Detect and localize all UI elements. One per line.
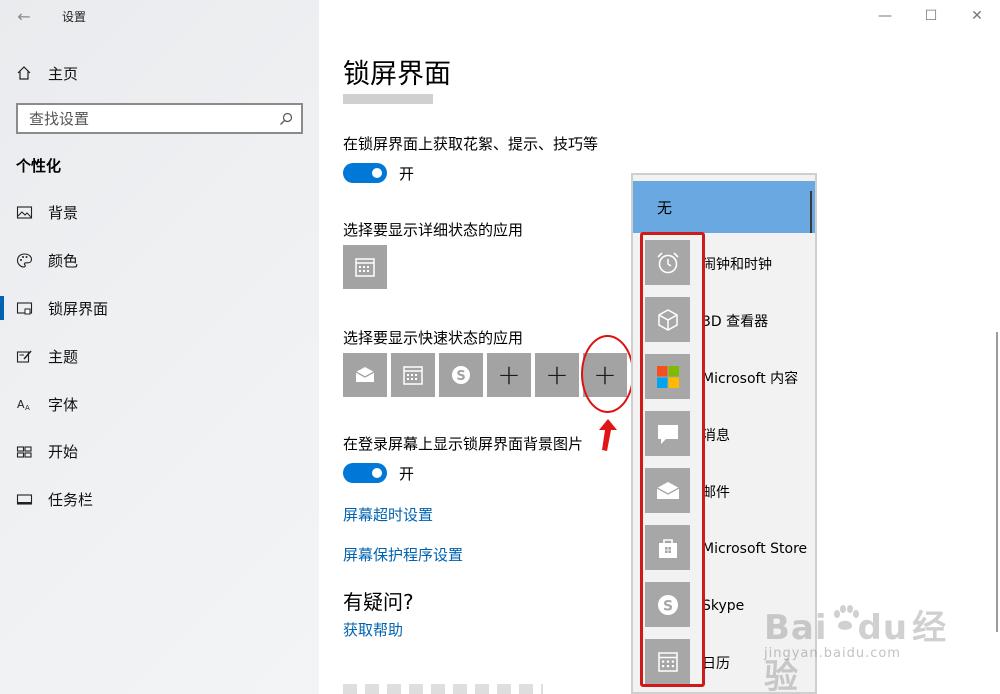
start-icon — [0, 443, 48, 460]
flyout-option-label: 3D 查看器 — [702, 313, 769, 330]
plus-icon: + — [497, 358, 521, 391]
detailed-status-app-calendar[interactable] — [343, 245, 387, 289]
plus-icon: + — [545, 358, 569, 391]
minimize-button[interactable]: — — [862, 0, 908, 32]
flyout-option-label: 邮件 — [702, 484, 730, 501]
lock-screen-icon — [0, 300, 48, 317]
flyout-option-label: Skype — [702, 597, 745, 614]
quick-status-label: 选择要显示快速状态的应用 — [343, 329, 524, 347]
sidebar-item-label: 锁屏界面 — [48, 299, 109, 318]
baidu-watermark: Bai du 经验 jingyan.baidu.com — [764, 600, 964, 694]
signin-toggle-state: 开 — [399, 465, 415, 483]
background-dropdown-partial[interactable] — [343, 94, 433, 104]
sidebar-item-label: 背景 — [48, 203, 79, 222]
quick-status-app-calendar[interactable] — [391, 353, 435, 397]
search-icon[interactable] — [279, 112, 293, 126]
flyout-option-label: 日历 — [702, 655, 730, 672]
red-circle-annotation — [581, 335, 634, 413]
detailed-status-label: 选择要显示详细状态的应用 — [343, 221, 524, 239]
sidebar-item-background[interactable]: 背景 — [0, 195, 319, 229]
flyout-scrollbar[interactable] — [810, 191, 812, 233]
sidebar-item-fonts[interactable]: AA 字体 — [0, 387, 319, 421]
nav-home-label: 主页 — [48, 64, 79, 83]
get-help-link[interactable]: 获取帮助 — [343, 619, 403, 640]
calendar-icon — [403, 366, 423, 385]
flyout-option-label: 闹钟和时钟 — [702, 256, 772, 273]
red-rectangle-annotation — [640, 232, 705, 687]
nav-home[interactable]: 主页 — [0, 58, 319, 88]
maximize-button[interactable]: ☐ — [908, 0, 954, 32]
sidebar-item-label: 开始 — [48, 442, 79, 461]
image-icon — [0, 204, 48, 221]
quick-status-app-skype[interactable]: S — [439, 353, 483, 397]
close-button[interactable]: ✕ — [954, 0, 1000, 32]
svg-text:A: A — [25, 404, 30, 412]
window-controls: — ☐ ✕ — [862, 0, 1000, 32]
signin-background-toggle[interactable] — [343, 463, 387, 483]
screensaver-link[interactable]: 屏幕保护程序设置 — [343, 544, 463, 565]
back-button[interactable]: ← — [0, 0, 48, 32]
flyout-option-none[interactable]: 无 — [633, 181, 815, 233]
question-heading: 有疑问? — [343, 590, 414, 614]
calendar-icon — [355, 258, 375, 277]
tips-toggle-state: 开 — [399, 165, 415, 183]
svg-text:A: A — [17, 398, 25, 411]
theme-icon — [0, 348, 48, 365]
window-title: 设置 — [62, 9, 87, 24]
navigation-pane: ← 设置 主页 查找设置 个性化 背景 颜色 锁屏界面 主题 A A 字体 开始… — [0, 0, 319, 694]
quick-status-app-mail[interactable] — [343, 353, 387, 397]
sidebar-item-label: 主题 — [48, 347, 79, 366]
flyout-option-label: Microsoft Store — [702, 540, 808, 557]
sidebar-item-themes[interactable]: 主题 — [0, 339, 319, 373]
sidebar-item-label: 任务栏 — [48, 490, 94, 509]
sidebar-item-label: 字体 — [48, 395, 79, 414]
page-title: 锁屏界面 — [343, 59, 451, 90]
search-box[interactable]: 查找设置 — [16, 103, 303, 134]
red-arrow-annotation — [599, 419, 617, 451]
palette-icon — [0, 252, 48, 269]
skype-icon: S — [452, 366, 470, 384]
sidebar-item-start[interactable]: 开始 — [0, 434, 319, 468]
content-scrollbar[interactable] — [996, 332, 998, 632]
tips-setting-label: 在锁屏界面上获取花絮、提示、技巧等 — [343, 135, 599, 153]
watermark-url: jingyan.baidu.com — [764, 646, 901, 661]
taskbar-icon — [0, 491, 48, 508]
screen-timeout-link[interactable]: 屏幕超时设置 — [343, 504, 433, 525]
sidebar-item-colors[interactable]: 颜色 — [0, 243, 319, 277]
sidebar-item-lock-screen[interactable]: 锁屏界面 — [0, 291, 319, 325]
sidebar-item-taskbar[interactable]: 任务栏 — [0, 482, 319, 516]
quick-status-add-slot-1[interactable]: + — [487, 353, 531, 397]
home-icon — [0, 65, 48, 81]
quick-status-add-slot-2[interactable]: + — [535, 353, 579, 397]
sidebar-item-label: 颜色 — [48, 251, 79, 270]
paw-logo-icon — [834, 605, 859, 630]
font-icon: AA — [0, 396, 48, 413]
flyout-option-label: Microsoft 内容 — [702, 370, 799, 387]
active-indicator — [0, 296, 4, 320]
section-title: 个性化 — [16, 157, 62, 175]
title-bar: ← 设置 — [0, 0, 319, 32]
partial-text-bottom — [343, 684, 543, 694]
svg-text:S: S — [456, 369, 465, 384]
signin-background-label: 在登录屏幕上显示锁屏界面背景图片 — [343, 435, 584, 453]
search-input[interactable]: 查找设置 — [29, 108, 89, 129]
mail-icon — [355, 367, 375, 382]
tips-toggle[interactable] — [343, 163, 387, 183]
flyout-option-label: 消息 — [702, 427, 730, 444]
